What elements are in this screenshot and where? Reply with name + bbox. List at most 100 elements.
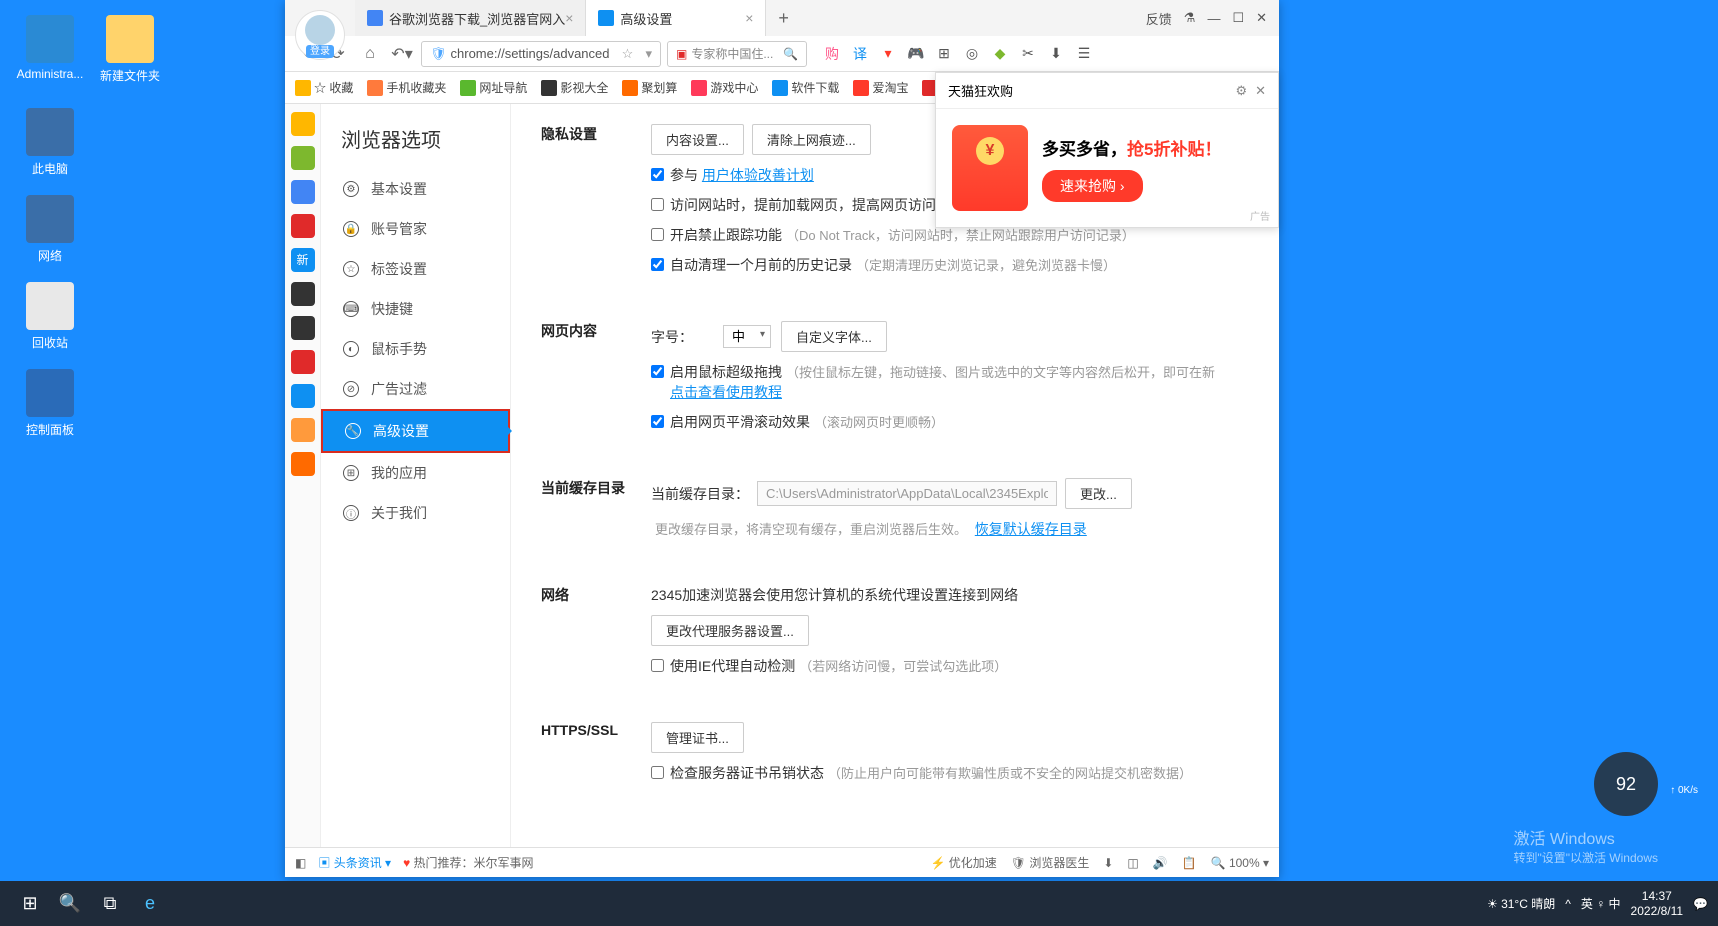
maximize-icon[interactable]: ☐ [1232,10,1244,26]
task-view-icon[interactable]: ⧉ [90,884,130,924]
side-rail-icon[interactable] [291,384,315,408]
custom-font-button[interactable]: 自定义字体... [781,321,887,352]
bookmark-item[interactable]: 爱淘宝 [853,79,908,96]
search-input[interactable]: ▣ 专家称中国住... 🔍 [667,41,807,67]
manage-certs-button[interactable]: 管理证书... [651,722,744,753]
content-settings-button[interactable]: 内容设置... [651,124,744,155]
privacy-cb-autoclean[interactable]: 自动清理一个月前的历史记录（定期清理历史浏览记录，避免浏览器卡慢） [651,255,1116,275]
popup-cta-button[interactable]: 速来抢购 › [1042,170,1143,202]
settings-nav-item[interactable]: ☆标签设置 [321,249,510,289]
new-tab-button[interactable]: + [766,8,801,29]
settings-nav-item[interactable]: ⚙基本设置 [321,169,510,209]
hot-recommend[interactable]: ♥ 热门推荐：米尔军事网 [403,854,533,871]
settings-nav-item[interactable]: ⊘广告过滤 [321,369,510,409]
toolbar-icon[interactable]: ⊞ [935,45,953,63]
side-rail-icon[interactable] [291,316,315,340]
font-size-select[interactable]: 中 [723,325,771,348]
settings-nav-item[interactable]: ⌨快捷键 [321,289,510,329]
settings-nav-item[interactable]: ⊞我的应用 [321,453,510,493]
ux-plan-link[interactable]: 用户体验改善计划 [702,167,814,183]
search-icon[interactable]: 🔍 [783,47,798,61]
search-taskbar-icon[interactable]: 🔍 [50,884,90,924]
ssl-cb-revoke[interactable]: 检查服务器证书吊销状态（防止用户向可能带有欺骗性质或不安全的网站提交机密数据） [651,763,1192,783]
browser-tab[interactable]: 谷歌浏览器下载_浏览器官网入× [355,0,586,36]
favorite-star-icon[interactable]: ☆ [622,46,634,62]
desktop-icon[interactable]: 控制面板 [15,369,85,438]
headlines-link[interactable]: ▣ 头条资讯 ▾ [318,854,391,871]
popup-close-icon[interactable]: ✕ [1255,83,1266,99]
home-button[interactable]: ⌂ [357,41,383,67]
side-rail-icon[interactable] [291,282,315,306]
toolbar-icon[interactable]: ✂ [1019,45,1037,63]
settings-nav-item[interactable]: 🔧高级设置 [321,409,510,453]
side-rail-icon[interactable] [291,112,315,136]
doctor-link[interactable]: 🛡 浏览器医生 [1011,854,1090,871]
privacy-cb-ux[interactable]: 参与 用户体验改善计划 [651,165,814,185]
bookmark-item[interactable]: 游戏中心 [691,79,758,96]
split-icon[interactable]: ◫ [1127,856,1138,870]
tab-close-icon[interactable]: × [745,10,753,26]
weather-widget[interactable]: ☀ 31°C 晴朗 [1487,895,1555,912]
tutorial-link[interactable]: 点击查看使用教程 [670,384,782,400]
ime-indicator[interactable]: 英 ♀ 中 [1581,895,1621,912]
toolbar-icon[interactable]: ◆ [991,45,1009,63]
url-input[interactable]: 🛡 chrome://settings/advanced ☆ ▾ [421,41,661,67]
notification-icon[interactable]: 💬 [1693,897,1708,911]
optimize-link[interactable]: ⚡ 优化加速 [930,854,996,871]
bookmark-item[interactable]: 网址导航 [460,79,527,96]
settings-nav-item[interactable]: 🔒账号管家 [321,209,510,249]
toolbar-icon[interactable]: ☰ [1075,45,1093,63]
edge-icon[interactable]: e [130,884,170,924]
toolbar-icon[interactable]: 译 [851,45,869,63]
webpage-cb-superdrag[interactable]: 启用鼠标超级拖拽（按住鼠标左键，拖动链接、图片或选中的文字等内容然后松开，即可在… [651,362,1215,402]
side-rail-icon[interactable] [291,350,315,374]
bookmark-item[interactable]: 手机收藏夹 [367,79,446,96]
user-login-badge[interactable]: 登录 [295,10,345,60]
tray-chevron-icon[interactable]: ^ [1565,897,1571,911]
clock[interactable]: 14:372022/8/11 [1631,889,1684,918]
tab-close-icon[interactable]: × [565,10,573,26]
bookmark-item[interactable]: 聚划算 [622,79,677,96]
desktop-icon[interactable]: 回收站 [15,282,85,351]
network-cb-ieproxy[interactable]: 使用IE代理自动检测（若网络访问慢，可尝试勾选此项） [651,656,1007,676]
webpage-cb-smooth[interactable]: 启用网页平滑滚动效果（滚动网页时更顺畅） [651,412,944,432]
settings-nav-item[interactable]: ◐鼠标手势 [321,329,510,369]
toolbar-icon[interactable]: ▾ [879,45,897,63]
settings-nav-item[interactable]: ⓘ关于我们 [321,493,510,533]
toolbar-icon[interactable]: 购 [823,45,841,63]
cache-path-input[interactable] [757,481,1057,506]
download-icon[interactable]: ⬇ [1103,856,1113,870]
toolbar-icon[interactable]: ⬇ [1047,45,1065,63]
desktop-icon[interactable]: 网络 [15,195,85,264]
start-button[interactable]: ⊞ [10,884,50,924]
url-dropdown-icon[interactable]: ▾ [645,46,652,62]
bookmark-item[interactable]: ☆ 收藏 [295,79,353,96]
side-rail-icon[interactable]: 新 [291,248,315,272]
close-window-icon[interactable]: ✕ [1256,10,1267,26]
bookmark-item[interactable]: 影视大全 [541,79,608,96]
cache-restore-link[interactable]: 恢复默认缓存目录 [975,519,1087,539]
privacy-cb-dnt[interactable]: 开启禁止跟踪功能（Do Not Track，访问网站时，禁止网站跟踪用户访问记录… [651,225,1135,245]
side-rail-icon[interactable] [291,146,315,170]
speed-widget[interactable]: 92 [1594,752,1658,816]
side-rail-icon[interactable] [291,180,315,204]
toolbar-icon[interactable]: ◎ [963,45,981,63]
side-rail-icon[interactable] [291,418,315,442]
extensions-icon[interactable]: ⚗ [1184,10,1196,26]
zoom-indicator[interactable]: 🔍 100% ▾ [1211,856,1269,870]
privacy-cb-preload[interactable]: 访问网站时，提前加载网页，提高网页访问速度 [651,195,964,215]
toolbar-icon[interactable]: 🎮 [907,45,925,63]
cache-change-button[interactable]: 更改... [1065,478,1132,509]
clear-traces-button[interactable]: 清除上网痕迹... [752,124,871,155]
side-rail-icon[interactable] [291,214,315,238]
sidebar-toggle-icon[interactable]: ◧ [295,856,306,870]
undo-button[interactable]: ↶▾ [389,41,415,67]
popup-settings-icon[interactable]: ⚙ [1235,83,1247,99]
desktop-icon[interactable]: 新建文件夹 [95,15,165,84]
browser-tab[interactable]: 高级设置× [586,0,766,36]
side-rail-icon[interactable] [291,452,315,476]
mute-icon[interactable]: 🔊 [1153,856,1168,870]
clipboard-icon[interactable]: 📋 [1182,856,1197,870]
bookmark-item[interactable]: 软件下载 [772,79,839,96]
feedback-link[interactable]: 反馈 [1146,9,1172,28]
